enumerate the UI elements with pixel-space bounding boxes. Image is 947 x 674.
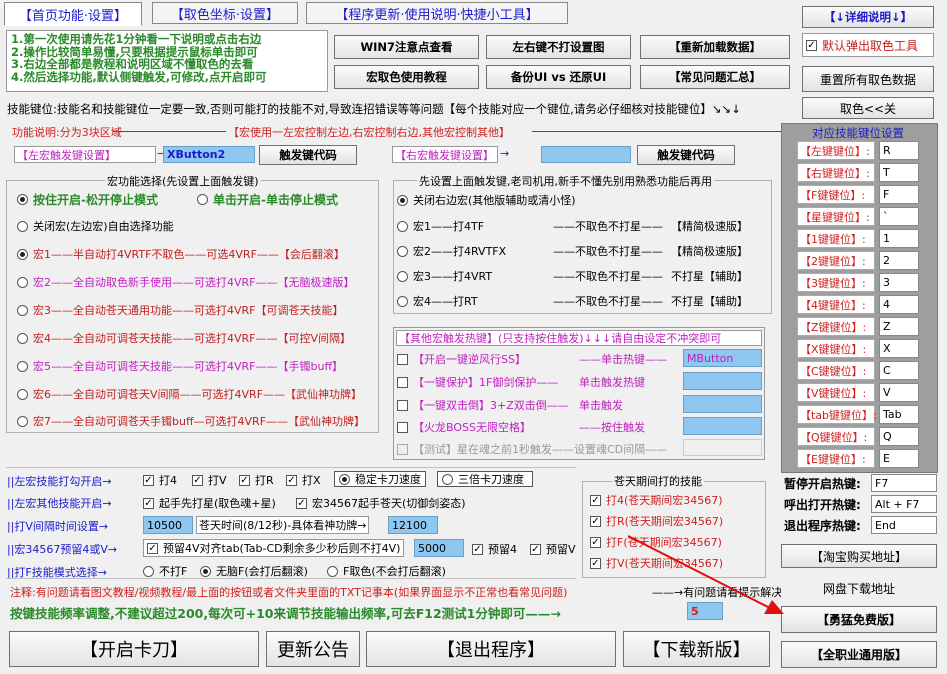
annotation-arrow-icon: [627, 535, 784, 614]
